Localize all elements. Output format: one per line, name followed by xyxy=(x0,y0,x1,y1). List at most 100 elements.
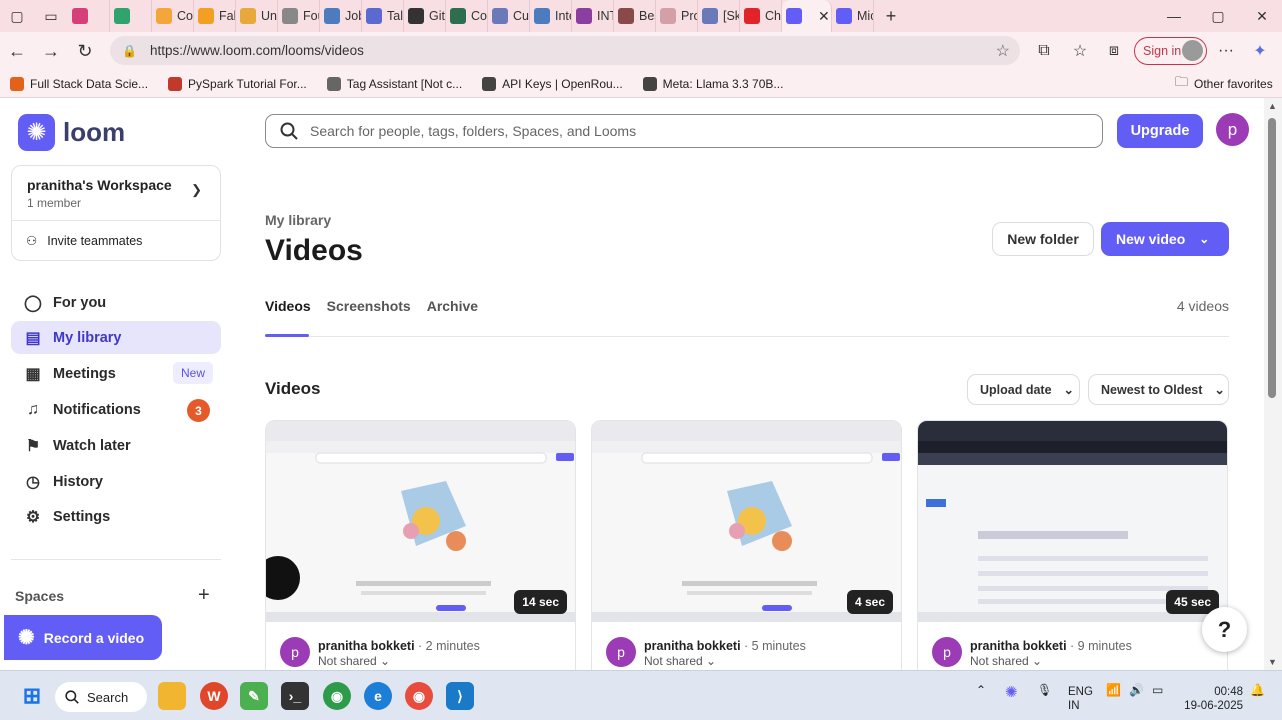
favorites-icon[interactable]: ☆ xyxy=(1064,35,1096,67)
video-card[interactable]: 45 sec p pranitha bokketi · 9 minutes Not s… xyxy=(917,420,1228,670)
copilot-icon[interactable]: ✦ xyxy=(1244,35,1276,67)
favorite-star-icon[interactable]: ☆ xyxy=(996,41,1010,61)
file-explorer-icon[interactable] xyxy=(158,682,186,710)
wps-office-icon[interactable]: W xyxy=(200,682,228,710)
workspace-switcher[interactable]: pranitha's Workspace 1 member ❯ ⚇ Invite… xyxy=(11,165,221,261)
browser-tab[interactable]: Cola xyxy=(152,0,194,32)
browser-tab[interactable]: INTE xyxy=(572,0,614,32)
share-status-dropdown[interactable]: Not shared ⌄ xyxy=(318,654,390,668)
share-status-dropdown[interactable]: Not shared ⌄ xyxy=(644,654,716,668)
refresh-button[interactable]: ↻ xyxy=(68,34,102,68)
language-indicator[interactable]: ENG IN xyxy=(1068,685,1093,713)
video-card[interactable]: 14 sec p pranitha bokketi · 2 minutes Not s… xyxy=(265,420,576,670)
share-status-dropdown[interactable]: Not shared ⌄ xyxy=(970,654,1042,668)
scroll-down-icon[interactable]: ▼ xyxy=(1268,657,1277,667)
tab-screenshots[interactable]: Screenshots xyxy=(327,298,411,314)
browser-tab[interactable]: GitH xyxy=(404,0,446,32)
author-avatar[interactable]: p xyxy=(606,637,636,667)
browser-tab[interactable]: ✕ xyxy=(782,0,832,32)
loom-tray-icon[interactable]: ✺ xyxy=(1005,683,1018,701)
bookmark[interactable]: PySpark Tutorial For... xyxy=(158,76,317,91)
tab-archive[interactable]: Archive xyxy=(427,298,478,314)
browser-tab[interactable]: Mic xyxy=(832,0,874,32)
sidebar-item-for-you[interactable]: ◯ For you xyxy=(11,286,221,319)
sidebar-item-notifications[interactable]: ♫ Notifications 3 xyxy=(11,393,221,426)
clock[interactable]: 00:48 19-06-2025 xyxy=(1183,685,1243,713)
browser-tab[interactable] xyxy=(68,0,110,32)
other-favorites[interactable]: 🗀 Other favorites xyxy=(1165,73,1282,95)
browser-tab[interactable]: Fake xyxy=(194,0,236,32)
windows-start-icon[interactable]: ⊞ xyxy=(18,682,46,710)
terminal-icon[interactable]: ›_ xyxy=(281,682,309,710)
browser-tab[interactable]: Inte xyxy=(530,0,572,32)
chrome-icon[interactable]: ◉ xyxy=(323,682,351,710)
maximize-button[interactable]: ▢ xyxy=(1196,0,1240,32)
chrome-profile-icon[interactable]: ◉ xyxy=(405,682,433,710)
browser-tab[interactable]: Best xyxy=(614,0,656,32)
search-input[interactable]: Search for people, tags, folders, Spaces… xyxy=(265,114,1103,148)
video-thumbnail[interactable]: 45 sec xyxy=(918,421,1227,622)
collections-icon[interactable]: ⧈ xyxy=(1098,35,1130,67)
help-button[interactable]: ? xyxy=(1202,607,1247,652)
author-avatar[interactable]: p xyxy=(932,637,962,667)
browser-tab[interactable]: Cust xyxy=(488,0,530,32)
wifi-icon[interactable]: 📶 xyxy=(1106,683,1121,697)
sign-in-button[interactable]: Sign in xyxy=(1134,37,1207,65)
volume-icon[interactable]: 🔊 xyxy=(1129,683,1144,697)
video-thumbnail[interactable]: 14 sec xyxy=(266,421,575,622)
bookmark[interactable]: Meta: Llama 3.3 70B... xyxy=(633,76,794,91)
notepad-icon[interactable]: ✎ xyxy=(240,682,268,710)
sidebar-item-watch-later[interactable]: ⚑ Watch later xyxy=(11,429,221,462)
new-video-button[interactable]: New video ⌄ xyxy=(1101,222,1229,256)
tab-videos[interactable]: Videos xyxy=(265,298,311,314)
microphone-icon[interactable]: 🎙 xyxy=(1037,683,1052,697)
browser-tab[interactable]: Proc xyxy=(656,0,698,32)
invite-teammates-link[interactable]: ⚇ Invite teammates xyxy=(26,233,142,249)
new-tab-button[interactable]: + xyxy=(874,0,908,32)
author-name[interactable]: pranitha bokketi xyxy=(318,639,415,653)
browser-tab[interactable]: Jobs xyxy=(320,0,362,32)
vscode-icon[interactable]: ⟩ xyxy=(446,682,474,710)
browser-tab[interactable]: Unti xyxy=(236,0,278,32)
loom-logo[interactable]: ✺ loom xyxy=(18,114,125,151)
more-menu-icon[interactable]: ··· xyxy=(1210,35,1242,67)
sidebar-item-settings[interactable]: ⚙ Settings xyxy=(11,500,221,533)
url-field[interactable]: 🔒 https://www.loom.com/looms/videos ☆ xyxy=(110,36,1020,65)
video-thumbnail[interactable]: 4 sec xyxy=(592,421,901,622)
scroll-up-icon[interactable]: ▲ xyxy=(1268,101,1277,111)
bookmark[interactable]: Tag Assistant [Not c... xyxy=(317,76,472,91)
browser-tab[interactable]: Fou xyxy=(278,0,320,32)
extensions-icon[interactable]: ⧉ xyxy=(1028,35,1060,67)
close-tab-icon[interactable]: ✕ xyxy=(818,8,830,25)
tab-actions-icon[interactable]: ▭ xyxy=(34,0,68,32)
close-window-button[interactable]: ✕ xyxy=(1240,0,1282,32)
edge-icon[interactable]: e xyxy=(364,682,392,710)
browser-tab[interactable] xyxy=(110,0,152,32)
sort-by-dropdown[interactable]: Upload date ⌄ xyxy=(967,374,1080,405)
browser-tab[interactable]: [Ski xyxy=(698,0,740,32)
sidebar-item-my-library[interactable]: ▤ My library xyxy=(11,321,221,354)
author-name[interactable]: pranitha bokketi xyxy=(970,639,1067,653)
author-avatar[interactable]: p xyxy=(280,637,310,667)
author-name[interactable]: pranitha bokketi xyxy=(644,639,741,653)
workspaces-icon[interactable]: ▢ xyxy=(0,0,34,32)
browser-tab[interactable]: Tale xyxy=(362,0,404,32)
forward-button[interactable]: → xyxy=(34,34,68,68)
bookmark[interactable]: API Keys | OpenRou... xyxy=(472,76,633,91)
sidebar-item-meetings[interactable]: ▦ Meetings New xyxy=(11,357,221,390)
vertical-scrollbar[interactable]: ▲ ▼ xyxy=(1264,98,1282,670)
battery-icon[interactable]: ▭ xyxy=(1152,683,1163,697)
user-avatar[interactable]: p xyxy=(1216,113,1249,146)
new-folder-button[interactable]: New folder xyxy=(992,222,1094,256)
back-button[interactable]: ← xyxy=(0,34,34,68)
minimize-button[interactable]: — xyxy=(1152,0,1196,32)
sort-order-dropdown[interactable]: Newest to Oldest ⌄ xyxy=(1088,374,1229,405)
show-hidden-icons[interactable]: ⌃ xyxy=(976,683,986,697)
record-video-button[interactable]: ✺ Record a video xyxy=(4,615,162,660)
add-space-button[interactable]: + xyxy=(198,584,210,607)
notification-center-icon[interactable]: 🔔 xyxy=(1250,683,1265,697)
chevron-down-icon[interactable]: ❯ xyxy=(191,182,202,198)
taskbar-search[interactable]: Search xyxy=(55,682,147,712)
upgrade-button[interactable]: Upgrade xyxy=(1117,114,1203,148)
browser-tab[interactable]: Cha xyxy=(740,0,782,32)
